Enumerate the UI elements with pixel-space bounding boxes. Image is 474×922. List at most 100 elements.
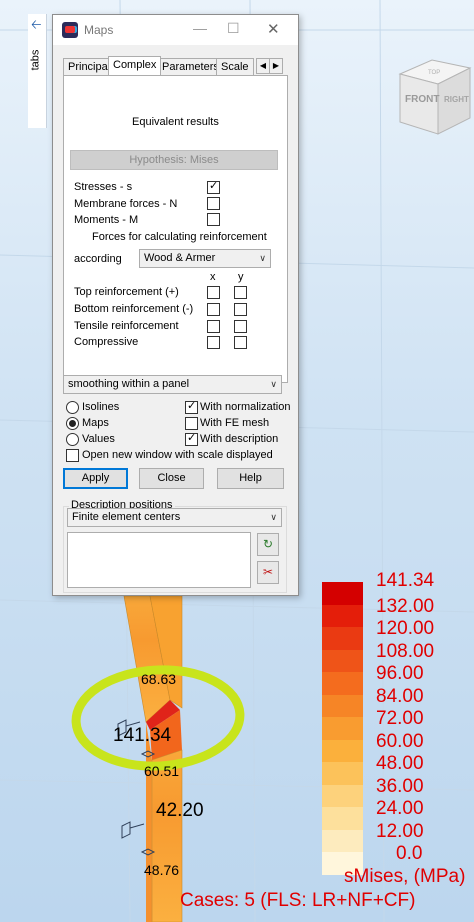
legend-value: 72.00	[376, 708, 424, 729]
close-icon[interactable]: ✕	[267, 20, 280, 38]
legend-value: 141.34	[376, 570, 435, 591]
legend-swatch	[322, 717, 363, 740]
column-x-label: x	[210, 271, 216, 283]
isolines-label: Isolines	[82, 401, 120, 413]
compressive-y-checkbox[interactable]	[234, 336, 247, 349]
legend-value: 24.00	[376, 798, 424, 819]
window-title: Maps	[84, 23, 114, 37]
description-position-select[interactable]: Finite element centers ∨	[67, 508, 282, 527]
legend-value: 12.00	[376, 820, 424, 842]
column-y-label: y	[238, 271, 244, 283]
stresses-label: Stresses - s	[74, 181, 133, 193]
top-reinforcement-label: Top reinforcement (+)	[74, 286, 179, 298]
maximize-icon[interactable]: ☐	[227, 20, 240, 37]
with-description-label: With description	[200, 433, 279, 445]
model-value: 48.76	[144, 862, 180, 878]
hypothesis-button[interactable]: Hypothesis: Mises	[70, 150, 278, 170]
tab-scale[interactable]: Scale	[216, 58, 254, 75]
legend-value: 120.00	[376, 618, 435, 639]
moments-label: Moments - M	[74, 214, 139, 226]
with-description-checkbox[interactable]	[185, 431, 198, 446]
legend-value: 36.00	[376, 775, 424, 797]
with-normalization-checkbox[interactable]	[185, 399, 198, 414]
method-select[interactable]: Wood & Armer ∨	[139, 249, 271, 268]
collapse-arrow-icon[interactable]: 🡠	[31, 16, 42, 38]
close-button[interactable]: Close	[139, 468, 204, 489]
legend-swatch	[322, 627, 363, 650]
open-new-window-label: Open new window with scale displayed	[82, 449, 273, 461]
description-position-value: Finite element centers	[72, 511, 181, 523]
model-value: 42.20	[156, 800, 204, 821]
legend-title: sMises, (MPa)	[344, 866, 466, 887]
legend-value: 108.00	[376, 640, 435, 662]
model-value: 68.63	[141, 671, 177, 687]
apply-button[interactable]: Apply	[63, 468, 128, 489]
legend-value: 96.00	[376, 663, 424, 684]
legend-swatch	[322, 739, 363, 763]
model-value-max: 141.34	[113, 725, 172, 746]
forces-reinforcement-label: Forces for calculating reinforcement	[92, 231, 267, 243]
minimize-icon[interactable]: —	[193, 20, 207, 36]
chevron-down-icon: ∨	[270, 512, 277, 522]
legend-swatch	[322, 604, 363, 628]
tab-complex[interactable]: Complex	[108, 56, 162, 75]
view-cube[interactable]: FRONT RIGHT TOP	[392, 46, 472, 136]
legend-value: 48.00	[376, 753, 424, 774]
method-value: Wood & Armer	[144, 252, 216, 264]
bottom-reinforcement-y-checkbox[interactable]	[234, 303, 247, 316]
smoothing-value: smoothing within a panel	[68, 378, 190, 390]
viewcube-front-label: FRONT	[405, 94, 439, 105]
values-label: Values	[82, 433, 115, 445]
legend-swatch	[322, 582, 363, 605]
legend-swatch	[322, 762, 363, 785]
with-fe-mesh-label: With FE mesh	[200, 417, 270, 429]
according-label: according	[74, 253, 122, 265]
stresses-checkbox[interactable]	[207, 179, 220, 194]
legend-value: 60.00	[376, 730, 424, 752]
with-fe-mesh-checkbox[interactable]	[185, 417, 198, 430]
model-value: 60.51	[144, 763, 180, 779]
equivalent-results-label: Equivalent results	[132, 116, 219, 128]
with-normalization-label: With normalization	[200, 401, 291, 413]
tab-strip: Principal Complex Parameters Scale ◀ ▶	[63, 56, 293, 75]
tensile-reinforcement-y-checkbox[interactable]	[234, 320, 247, 333]
viewcube-top-label: TOP	[428, 70, 440, 76]
isolines-radio[interactable]	[66, 401, 79, 414]
tensile-reinforcement-x-checkbox[interactable]	[207, 320, 220, 333]
legend-cases: Cases: 5 (FLS: LR+NF+CF)	[180, 890, 416, 911]
membrane-forces-label: Membrane forces - N	[74, 198, 178, 210]
app-icon	[62, 22, 78, 38]
compressive-x-checkbox[interactable]	[207, 336, 220, 349]
tab-parameters[interactable]: Parameters	[157, 58, 224, 75]
membrane-forces-checkbox[interactable]	[207, 197, 220, 210]
tab-scroll-right-icon[interactable]: ▶	[269, 58, 283, 74]
legend-swatch	[322, 807, 363, 830]
tab-scroll-left-icon[interactable]: ◀	[256, 58, 270, 74]
maps-label: Maps	[82, 417, 109, 429]
tabs-side-panel[interactable]: 🡠 tabs	[28, 14, 47, 128]
bottom-reinforcement-x-checkbox[interactable]	[207, 303, 220, 316]
chevron-down-icon: ∨	[270, 379, 277, 389]
scissors-icon[interactable]: ✂	[257, 561, 279, 584]
legend-swatch	[322, 649, 363, 673]
legend-value: 0.0	[396, 843, 423, 864]
title-bar[interactable]: Maps — ☐ ✕	[53, 15, 298, 45]
refresh-icon[interactable]: ↻	[257, 533, 279, 556]
top-reinforcement-x-checkbox[interactable]	[207, 286, 220, 299]
description-list[interactable]	[67, 532, 251, 588]
legend-swatch	[322, 694, 363, 718]
legend-swatch	[322, 784, 363, 808]
moments-checkbox[interactable]	[207, 213, 220, 226]
viewcube-right-label: RIGHT	[444, 95, 469, 104]
open-new-window-checkbox[interactable]	[66, 449, 79, 462]
help-button[interactable]: Help	[217, 468, 284, 489]
top-reinforcement-y-checkbox[interactable]	[234, 286, 247, 299]
legend-swatch	[322, 672, 363, 695]
values-radio[interactable]	[66, 433, 79, 446]
smoothing-select[interactable]: smoothing within a panel ∨	[63, 375, 282, 394]
complex-tab-panel: Equivalent results Hypothesis: Mises Str…	[63, 75, 288, 383]
bottom-reinforcement-label: Bottom reinforcement (-)	[74, 303, 194, 315]
maps-dialog: Maps — ☐ ✕ Principal Complex Parameters …	[52, 14, 299, 596]
maps-radio[interactable]	[66, 417, 79, 430]
chevron-down-icon: ∨	[259, 253, 266, 263]
